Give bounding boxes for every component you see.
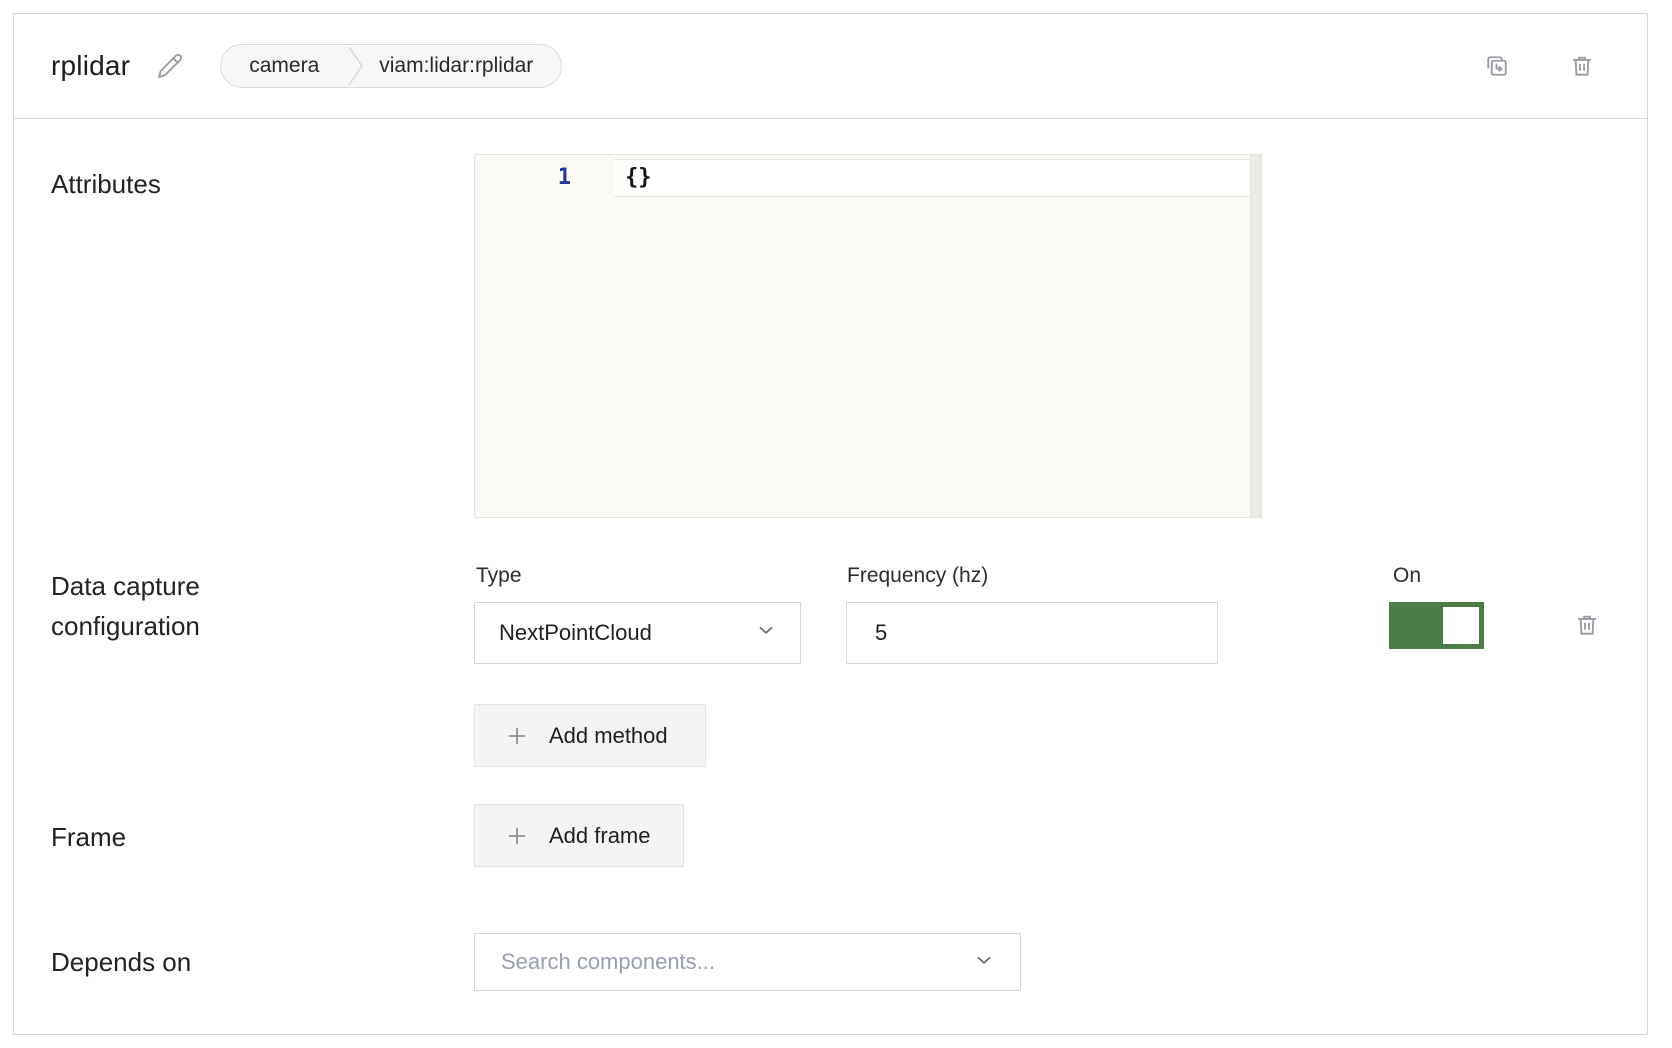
type-select[interactable]: NextPointCloud (474, 602, 801, 664)
header-actions (1483, 52, 1595, 80)
badge-subtype-label: camera (221, 45, 347, 87)
data-capture-label: Data capture configuration (51, 566, 311, 646)
card-header: rplidar camera viam:lidar:rplidar (14, 14, 1647, 119)
add-frame-button[interactable]: Add frame (474, 804, 684, 867)
data-capture-toggle[interactable] (1389, 602, 1484, 649)
editor-code: {} (625, 159, 652, 197)
type-select-value: NextPointCloud (499, 620, 652, 646)
editor-active-line (614, 159, 1250, 197)
depends-on-select (474, 933, 1021, 991)
add-method-label: Add method (549, 723, 668, 749)
frequency-input[interactable] (846, 602, 1218, 664)
edit-name-pencil-icon[interactable] (156, 52, 184, 80)
chevron-down-icon (972, 948, 996, 977)
search-components-input[interactable] (501, 949, 972, 975)
component-type-badge: camera viam:lidar:rplidar (220, 44, 562, 88)
duplicate-icon[interactable] (1483, 52, 1511, 80)
chevron-down-icon (754, 618, 778, 648)
editor-scrollbar[interactable] (1250, 155, 1261, 517)
frequency-label: Frequency (hz) (847, 564, 988, 588)
plus-icon (505, 724, 529, 748)
type-label: Type (476, 564, 522, 588)
depends-on-label: Depends on (51, 942, 191, 982)
toggle-knob (1443, 607, 1479, 644)
add-method-button[interactable]: Add method (474, 704, 706, 767)
editor-line-number: 1 (475, 159, 571, 197)
attributes-json-editor[interactable]: 1 {} (474, 154, 1262, 518)
toggle-on-label: On (1393, 564, 1421, 588)
component-config-card: rplidar camera viam:lidar:rplidar Attrib… (13, 13, 1648, 1035)
delete-component-trash-icon[interactable] (1569, 53, 1595, 79)
plus-icon (505, 824, 529, 848)
component-name: rplidar (51, 50, 130, 82)
delete-capture-method-trash-icon[interactable] (1574, 612, 1600, 638)
attributes-label: Attributes (51, 164, 161, 204)
frame-label: Frame (51, 817, 126, 857)
badge-chevron-separator-icon (347, 45, 365, 87)
badge-model-label: viam:lidar:rplidar (365, 45, 561, 87)
add-frame-label: Add frame (549, 823, 651, 849)
